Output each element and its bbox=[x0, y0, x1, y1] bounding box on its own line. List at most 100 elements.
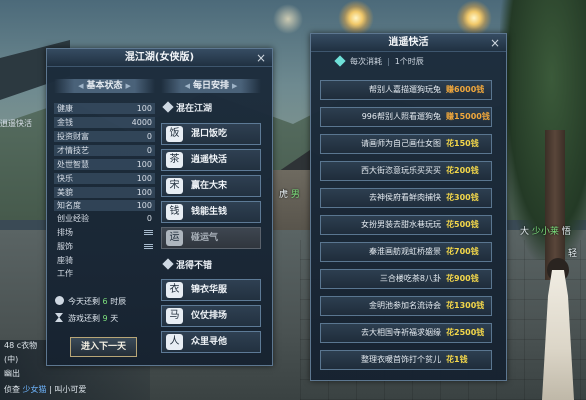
game-count: 9 bbox=[102, 314, 108, 323]
stat-label: 工作 bbox=[57, 269, 73, 278]
close-icon[interactable]: × bbox=[254, 51, 268, 65]
stat-label: 知名度 bbox=[57, 201, 81, 210]
close-icon[interactable]: × bbox=[488, 36, 502, 50]
cost-info: 每次消耗 | 1个时辰 bbox=[334, 55, 424, 67]
npc-gender: 男 bbox=[290, 190, 300, 200]
group-doing-well: 混得不错 bbox=[161, 258, 261, 273]
task-label: 金明池参加名流诗会 bbox=[369, 301, 441, 310]
task-button[interactable]: 西大街恣意玩乐买买买 花200钱 bbox=[320, 161, 492, 181]
stat-label: 健康 bbox=[57, 104, 73, 113]
stat-row-happiness: 快乐 100 bbox=[54, 173, 155, 184]
stat-row-work: 工作 bbox=[54, 268, 155, 279]
action-label: 众里寻他 bbox=[191, 337, 228, 347]
stat-row-mount: 座骑 bbox=[54, 255, 155, 266]
task-button[interactable]: 秦淮画舫观虹桥盛景 花700钱 bbox=[320, 242, 492, 262]
diamond-icon bbox=[162, 101, 174, 113]
stat-label: 美貌 bbox=[57, 188, 73, 197]
stat-value: 4000 bbox=[131, 118, 152, 127]
today-label: 今天还剩 bbox=[68, 297, 100, 306]
action-earn-living[interactable]: 饭混口饭吃 bbox=[161, 123, 261, 145]
stat-label: 投资财富 bbox=[57, 132, 89, 141]
side-label: 逍遥快活 bbox=[0, 119, 32, 128]
player-title: 轻 bbox=[568, 249, 578, 259]
hourglass-icon bbox=[55, 313, 63, 322]
couple-icon: 人 bbox=[166, 334, 183, 350]
sparkle bbox=[268, 4, 308, 34]
npc-name-prefix: 虎 bbox=[279, 190, 289, 200]
task-reward: 赚15000钱 bbox=[446, 112, 490, 121]
chat-player-name[interactable]: 少女猫 bbox=[23, 385, 47, 394]
action-label: 混口饭吃 bbox=[191, 129, 228, 139]
action-business[interactable]: 宋赢在大宋 bbox=[161, 175, 261, 197]
cost-label: 每次消耗 bbox=[350, 57, 382, 66]
stat-row-health: 健康 100 bbox=[54, 103, 155, 114]
task-reward: 花900钱 bbox=[446, 274, 479, 283]
chat-channel: 侦查 bbox=[4, 385, 20, 394]
stat-row-investment: 投资财富 0 bbox=[54, 131, 155, 142]
cost-value: 1个时辰 bbox=[394, 57, 424, 66]
stat-row-clothing: 服饰 bbox=[54, 241, 155, 252]
action-clothing[interactable]: 衣锦衣华服 bbox=[161, 279, 261, 301]
task-reward: 花1钱 bbox=[446, 355, 468, 364]
task-button[interactable]: 去神侯府看鲜肉捕快 花300钱 bbox=[320, 188, 492, 208]
chat-line: (中) bbox=[4, 355, 19, 364]
action-find-partner[interactable]: 人众里寻他 bbox=[161, 331, 261, 353]
task-label: 请画师为自己画仕女图 bbox=[361, 139, 441, 148]
task-label: 整理衣暖首饰打个贫儿 bbox=[361, 355, 441, 364]
stat-row-talent: 才情技艺 0 bbox=[54, 145, 155, 156]
stat-label: 处世智慧 bbox=[57, 160, 89, 169]
task-reward: 花700钱 bbox=[446, 247, 479, 256]
shop-icon: 宋 bbox=[166, 178, 183, 194]
chat-line: 幽出 bbox=[4, 369, 20, 378]
task-button[interactable]: 女扮男装去甜水巷玩玩 花500钱 bbox=[320, 215, 492, 235]
stat-label: 座骑 bbox=[57, 256, 73, 265]
chat-line: 48 c衣物 bbox=[4, 341, 38, 350]
action-label: 钱能生钱 bbox=[191, 207, 228, 217]
chevron-right-icon: ▶ bbox=[125, 82, 131, 90]
gem-icon bbox=[334, 55, 346, 67]
task-button[interactable]: 996帮别人照看遛狗兔 赚15000钱 bbox=[320, 107, 492, 127]
today-count: 6 bbox=[102, 297, 108, 306]
stat-label: 才情技艺 bbox=[57, 146, 89, 155]
action-label: 逍遥快活 bbox=[191, 155, 228, 165]
group-title: 混得不错 bbox=[176, 261, 213, 271]
task-button[interactable]: 金明池参加名流诗会 花1300钱 bbox=[320, 296, 492, 316]
stat-label: 排场 bbox=[57, 228, 73, 237]
task-reward: 花1300钱 bbox=[446, 301, 485, 310]
panel-title: 混江湖(女侠版) bbox=[47, 49, 272, 67]
stat-row-retinue: 排场 bbox=[54, 227, 155, 238]
task-button[interactable]: 三合楼吃茶8八卦 花900钱 bbox=[320, 269, 492, 289]
task-reward: 赚6000钱 bbox=[446, 85, 485, 94]
section-title: 每日安排 bbox=[192, 81, 229, 91]
today-unit: 时辰 bbox=[110, 297, 127, 306]
task-button[interactable]: 去大相国寺祈福求姻缘 花2500钱 bbox=[320, 323, 492, 343]
section-title: 基本状态 bbox=[86, 81, 123, 91]
firework bbox=[456, 0, 492, 36]
stat-row-wisdom: 处世智慧 100 bbox=[54, 159, 155, 170]
task-label: 去神侯府看鲜肉捕快 bbox=[369, 193, 441, 202]
list-icon[interactable] bbox=[144, 230, 153, 235]
task-button[interactable]: 帮别人嘉描遛狗玩兔 赚6000钱 bbox=[320, 80, 492, 100]
task-button[interactable]: 请画师为自己画仕女图 花150钱 bbox=[320, 134, 492, 154]
robe-icon: 衣 bbox=[166, 282, 183, 298]
action-leisure[interactable]: 茶逍遥快活 bbox=[161, 149, 261, 171]
task-label: 秦淮画舫观虹桥盛景 bbox=[369, 247, 441, 256]
separator: | bbox=[387, 57, 390, 66]
action-retinue[interactable]: 马仪仗排场 bbox=[161, 305, 261, 327]
group-jianghu: 混在江湖 bbox=[161, 101, 261, 116]
game-label: 游戏还剩 bbox=[68, 314, 100, 323]
next-day-button[interactable]: 进入下一天 bbox=[70, 337, 137, 357]
stat-value: 0 bbox=[146, 132, 152, 141]
stat-label: 金钱 bbox=[57, 118, 73, 127]
action-invest[interactable]: 钱钱能生钱 bbox=[161, 201, 261, 223]
game-remaining: 游戏还剩 9 天 bbox=[55, 313, 118, 324]
chevron-left-icon: ◀ bbox=[184, 82, 190, 90]
list-icon[interactable] bbox=[144, 244, 153, 249]
action-luck[interactable]: 运碰运气 bbox=[161, 227, 261, 249]
task-label: 三合楼吃茶8八卦 bbox=[379, 274, 441, 283]
stat-value: 100 bbox=[136, 201, 152, 210]
task-button[interactable]: 整理衣暖首饰打个贫儿 花1钱 bbox=[320, 350, 492, 370]
action-label: 仪仗排场 bbox=[191, 311, 228, 321]
stat-value: 0 bbox=[146, 146, 152, 155]
chat-message: | 叫小可爱 bbox=[49, 385, 87, 394]
